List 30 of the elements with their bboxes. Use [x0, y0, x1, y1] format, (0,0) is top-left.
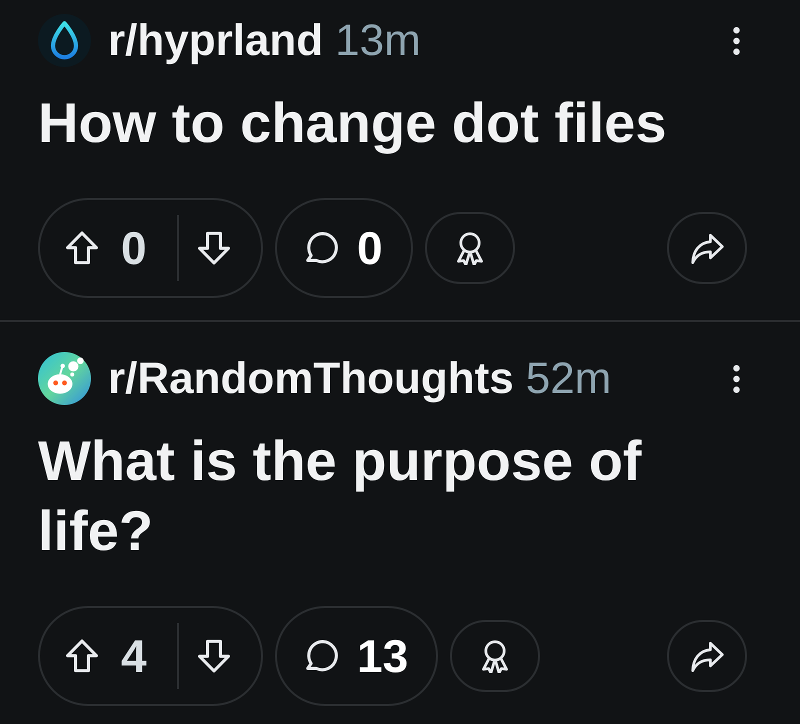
post-time: 13m: [335, 16, 421, 66]
share-arrow-icon: [690, 231, 724, 265]
subreddit-name[interactable]: r/hyprland: [108, 16, 324, 66]
more-options-icon: [733, 364, 740, 392]
downvote-button[interactable]: [197, 231, 231, 265]
share-button[interactable]: [667, 212, 747, 284]
post-title[interactable]: What is the purpose of life?: [38, 426, 750, 566]
post-title[interactable]: How to change dot files: [38, 88, 750, 158]
comments-button[interactable]: 0: [275, 198, 413, 298]
subreddit-name[interactable]: r/RandomThoughts: [108, 354, 514, 404]
speech-bubble-icon: [305, 231, 339, 265]
arrow-up-icon: [65, 639, 99, 673]
mascot-avatar-icon: [38, 352, 91, 405]
award-button[interactable]: [424, 212, 515, 284]
water-drop-avatar-icon: [38, 14, 91, 67]
share-button[interactable]: [667, 620, 747, 692]
upvote-button[interactable]: [65, 639, 99, 673]
comments-button[interactable]: 13: [275, 606, 438, 706]
upvote-button[interactable]: [65, 231, 99, 265]
downvote-button[interactable]: [197, 639, 231, 673]
arrow-down-icon: [197, 639, 231, 673]
arrow-down-icon: [197, 231, 231, 265]
arrow-up-icon: [65, 231, 99, 265]
more-options-icon: [733, 26, 740, 54]
vote-count: 4: [121, 629, 147, 683]
speech-bubble-icon: [305, 639, 339, 673]
share-arrow-icon: [690, 639, 724, 673]
post-time: 52m: [526, 354, 612, 404]
award-button[interactable]: [450, 620, 540, 692]
vote-count: 0: [121, 221, 147, 275]
